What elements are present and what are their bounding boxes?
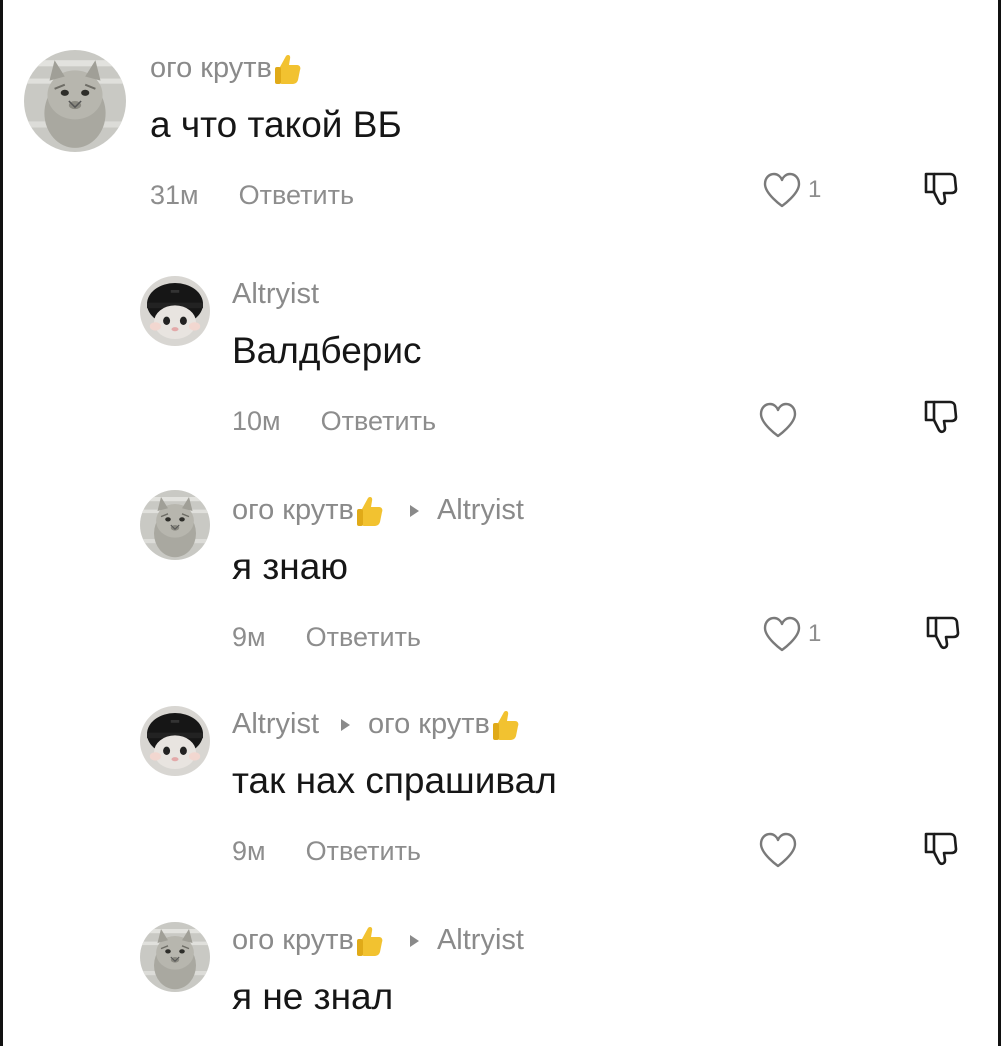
like-button[interactable]: 1 [762,172,821,208]
reply-button[interactable]: Ответить [306,622,421,652]
reply-button[interactable]: Ответить [239,180,354,210]
comment-text: я не знал [232,976,394,1017]
avatar[interactable] [140,490,210,560]
avatar[interactable] [24,50,126,152]
avatar[interactable] [140,706,210,776]
thumbs-up-emoji-icon [274,53,302,85]
timestamp: 9м [232,836,266,866]
dislike-button[interactable] [922,612,962,652]
thumbs-down-icon [920,828,960,868]
author-name[interactable]: ого крутв [150,52,272,85]
timestamp: 31м [150,180,199,210]
thumbs-up-emoji-icon [492,709,520,741]
thumbs-down-icon [920,396,960,436]
reply-button[interactable]: Ответить [306,836,421,866]
author-name[interactable]: ого крутв [232,494,354,527]
dislike-button[interactable] [920,828,960,868]
author-name[interactable]: Altryist [232,708,319,741]
comment-text: а что такой ВБ [150,104,402,145]
like-button[interactable] [758,832,804,868]
avatar[interactable] [140,276,210,346]
dislike-button[interactable] [920,168,960,208]
reply-button[interactable]: Ответить [321,406,436,436]
like-button[interactable]: 1 [762,616,821,652]
thumbs-down-icon [920,168,960,208]
thumbs-up-emoji-icon [356,925,384,957]
heart-icon [758,402,798,438]
reply-to-name[interactable]: Altryist [437,494,524,527]
reply-to-name[interactable]: Altryist [437,924,524,957]
comment-text: Валдберис [232,330,422,371]
triangle-right-icon [341,718,350,731]
avatar[interactable] [140,922,210,992]
like-button[interactable] [758,402,804,438]
thumbs-up-emoji-icon [356,495,384,527]
like-count: 1 [808,176,822,203]
dislike-button[interactable] [920,396,960,436]
frame-border-left [0,0,3,1046]
author-name[interactable]: Altryist [232,278,319,311]
heart-icon [762,616,802,652]
comment-text: я знаю [232,546,349,587]
comment-text: так нах спрашивал [232,760,557,801]
thumbs-down-icon [922,612,962,652]
triangle-right-icon [409,504,419,517]
triangle-right-icon [409,934,419,947]
timestamp: 9м [232,622,266,652]
reply-to-name[interactable]: ого крутв [368,708,490,741]
timestamp: 10м [232,406,281,436]
heart-icon [758,832,798,868]
like-count: 1 [808,620,822,647]
author-name[interactable]: ого крутв [232,924,354,957]
heart-icon [762,172,802,208]
